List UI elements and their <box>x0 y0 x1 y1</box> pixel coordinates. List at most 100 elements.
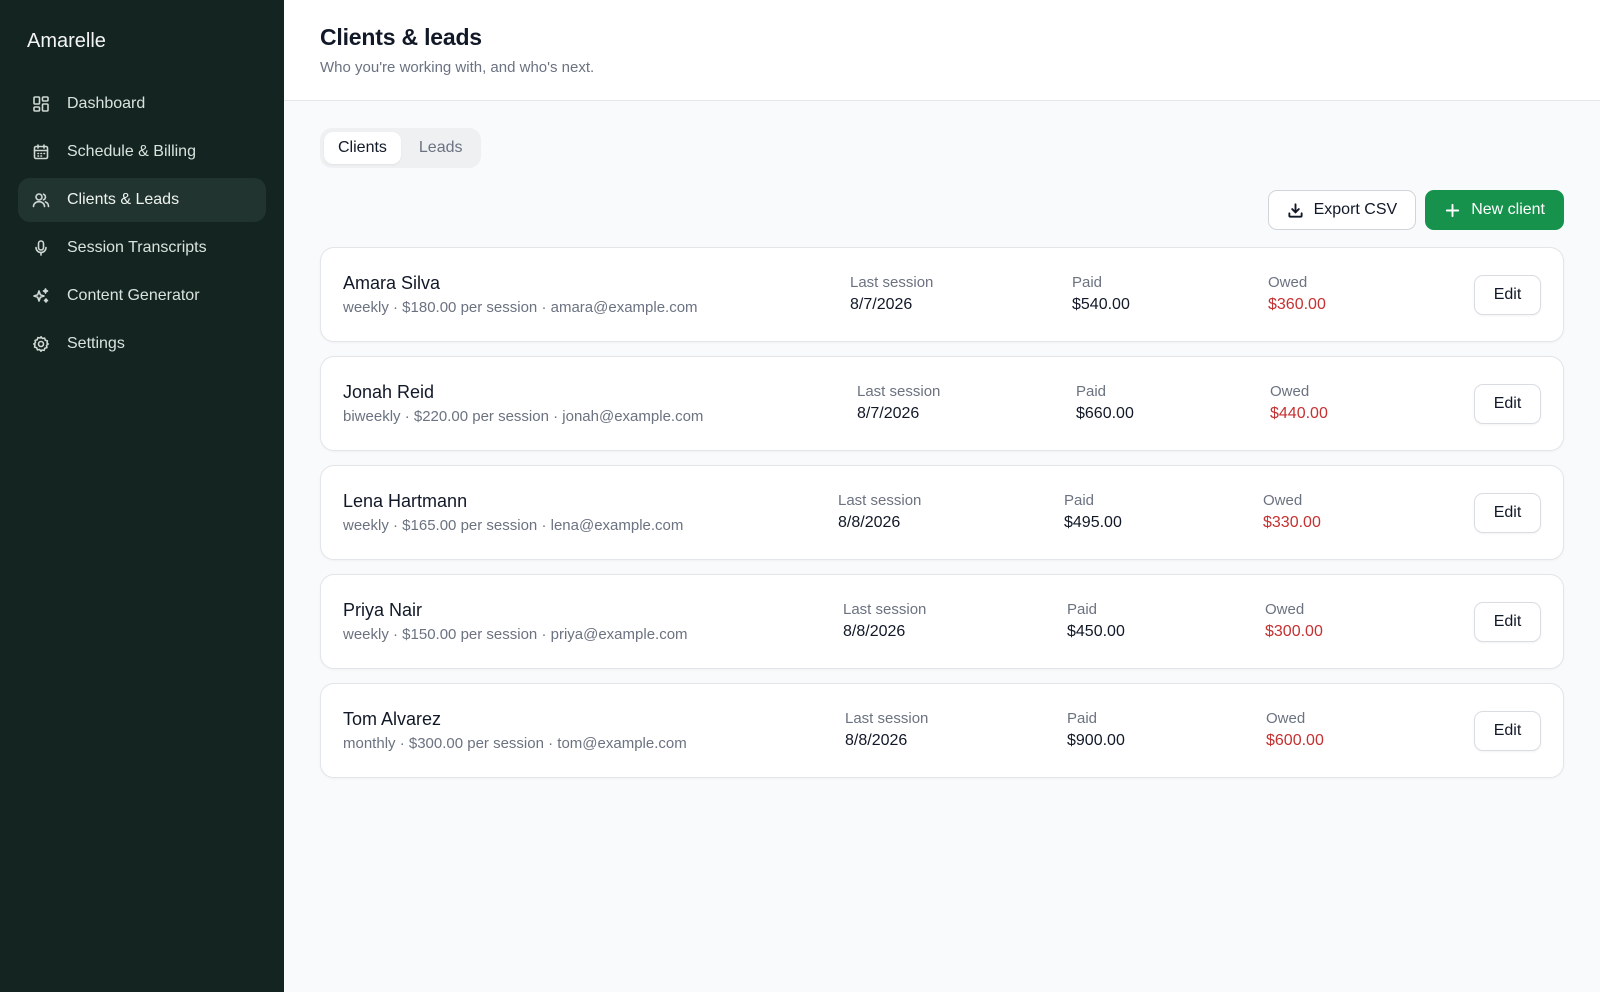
sidebar-item-schedule-billing[interactable]: Schedule & Billing <box>18 130 266 174</box>
content-area: Clients Leads Export CSV New client Amar… <box>284 101 1600 778</box>
owed-label: Owed <box>1265 601 1305 618</box>
app-root: Amarelle Dashboard Schedule & Billing Cl… <box>0 0 1600 992</box>
sidebar-nav: Dashboard Schedule & Billing Clients & L… <box>18 82 266 366</box>
sidebar-item-label: Dashboard <box>67 95 146 112</box>
tab-bar: Clients Leads <box>320 128 481 168</box>
tab-clients[interactable]: Clients <box>324 132 401 164</box>
last-session-value: 8/7/2026 <box>857 405 920 422</box>
last-session-column: Last session 8/7/2026 <box>857 383 940 423</box>
owed-value: $440.00 <box>1270 405 1328 422</box>
client-meta: weekly · $150.00 per session · priya@exa… <box>343 626 688 643</box>
client-meta: weekly · $180.00 per session · amara@exa… <box>343 299 698 316</box>
last-session-label: Last session <box>845 710 929 727</box>
sidebar-item-label: Content Generator <box>67 287 200 304</box>
owed-column: Owed $440.00 <box>1270 383 1328 423</box>
paid-value: $660.00 <box>1076 405 1134 422</box>
client-card: Jonah Reid biweekly · $220.00 per sessio… <box>320 356 1564 451</box>
last-session-value: 8/8/2026 <box>845 732 908 749</box>
owed-value: $300.00 <box>1265 623 1323 640</box>
paid-label: Paid <box>1076 383 1107 400</box>
last-session-label: Last session <box>838 492 922 509</box>
owed-label: Owed <box>1266 710 1306 727</box>
last-session-label: Last session <box>843 601 927 618</box>
client-info: Tom Alvarez monthly · $300.00 per sessio… <box>343 709 843 752</box>
paid-label: Paid <box>1067 710 1098 727</box>
client-meta: weekly · $165.00 per session · lena@exam… <box>343 517 684 534</box>
client-card: Tom Alvarez monthly · $300.00 per sessio… <box>320 683 1564 778</box>
sparkles-icon <box>32 287 50 305</box>
sidebar-item-content-generator[interactable]: Content Generator <box>18 274 266 318</box>
last-session-column: Last session 8/8/2026 <box>845 710 928 750</box>
last-session-column: Last session 8/8/2026 <box>838 492 921 532</box>
edit-client-button[interactable]: Edit <box>1474 384 1541 424</box>
page-header: Clients & leads Who you're working with,… <box>284 0 1600 101</box>
client-name: Jonah Reid <box>343 382 435 402</box>
calendar-icon <box>32 143 50 161</box>
client-info: Lena Hartmann weekly · $165.00 per sessi… <box>343 491 843 534</box>
client-card: Lena Hartmann weekly · $165.00 per sessi… <box>320 465 1564 560</box>
owed-column: Owed $360.00 <box>1268 274 1326 314</box>
gear-icon <box>32 335 50 353</box>
owed-label: Owed <box>1270 383 1310 400</box>
paid-column: Paid $450.00 <box>1067 601 1125 641</box>
owed-column: Owed $330.00 <box>1263 492 1321 532</box>
new-client-button[interactable]: New client <box>1425 190 1564 230</box>
paid-column: Paid $660.00 <box>1076 383 1134 423</box>
sidebar: Amarelle Dashboard Schedule & Billing Cl… <box>0 0 284 992</box>
export-csv-button[interactable]: Export CSV <box>1267 190 1417 230</box>
sidebar-item-clients-leads[interactable]: Clients & Leads <box>18 178 266 222</box>
last-session-value: 8/8/2026 <box>843 623 906 640</box>
paid-label: Paid <box>1067 601 1098 618</box>
page-title: Clients & leads <box>320 24 482 50</box>
client-info: Jonah Reid biweekly · $220.00 per sessio… <box>343 382 843 425</box>
download-icon <box>1287 202 1304 219</box>
last-session-value: 8/7/2026 <box>850 296 913 313</box>
owed-value: $600.00 <box>1266 732 1324 749</box>
edit-client-button[interactable]: Edit <box>1474 275 1541 315</box>
users-icon <box>32 191 50 209</box>
last-session-label: Last session <box>857 383 941 400</box>
client-name: Tom Alvarez <box>343 709 442 729</box>
paid-column: Paid $900.00 <box>1067 710 1125 750</box>
paid-value: $900.00 <box>1067 732 1125 749</box>
paid-label: Paid <box>1072 274 1103 291</box>
owed-value: $330.00 <box>1263 514 1321 531</box>
client-card: Amara Silva weekly · $180.00 per session… <box>320 247 1564 342</box>
plus-icon <box>1444 202 1461 219</box>
page-subtitle: Who you're working with, and who's next. <box>320 59 595 76</box>
sidebar-item-label: Schedule & Billing <box>67 143 196 160</box>
sidebar-item-session-transcripts[interactable]: Session Transcripts <box>18 226 266 270</box>
sidebar-item-label: Settings <box>67 335 125 352</box>
microphone-icon <box>32 239 50 257</box>
last-session-column: Last session 8/8/2026 <box>843 601 926 641</box>
export-csv-label: Export CSV <box>1313 201 1398 218</box>
paid-column: Paid $495.00 <box>1064 492 1122 532</box>
edit-client-button[interactable]: Edit <box>1474 711 1541 751</box>
client-name: Amara Silva <box>343 273 441 293</box>
edit-client-button[interactable]: Edit <box>1474 602 1541 642</box>
client-meta: monthly · $300.00 per session · tom@exam… <box>343 735 687 752</box>
last-session-label: Last session <box>850 274 934 291</box>
sidebar-item-dashboard[interactable]: Dashboard <box>18 82 266 126</box>
sidebar-item-label: Clients & Leads <box>67 191 180 208</box>
dashboard-icon <box>32 95 50 113</box>
paid-value: $450.00 <box>1067 623 1125 640</box>
last-session-column: Last session 8/7/2026 <box>850 274 933 314</box>
sidebar-item-settings[interactable]: Settings <box>18 322 266 366</box>
owed-column: Owed $300.00 <box>1265 601 1323 641</box>
owed-value: $360.00 <box>1268 296 1326 313</box>
client-name: Lena Hartmann <box>343 491 468 511</box>
owed-column: Owed $600.00 <box>1266 710 1324 750</box>
client-info: Priya Nair weekly · $150.00 per session … <box>343 600 843 643</box>
brand-name: Amarelle <box>27 30 106 52</box>
edit-client-button[interactable]: Edit <box>1474 493 1541 533</box>
paid-value: $540.00 <box>1072 296 1130 313</box>
client-name: Priya Nair <box>343 600 423 620</box>
toolbar: Export CSV New client <box>320 190 1564 230</box>
client-card: Priya Nair weekly · $150.00 per session … <box>320 574 1564 669</box>
last-session-value: 8/8/2026 <box>838 514 901 531</box>
main-content: Clients & leads Who you're working with,… <box>284 0 1600 992</box>
tab-leads[interactable]: Leads <box>405 132 477 164</box>
paid-column: Paid $540.00 <box>1072 274 1130 314</box>
client-meta: biweekly · $220.00 per session · jonah@e… <box>343 408 704 425</box>
